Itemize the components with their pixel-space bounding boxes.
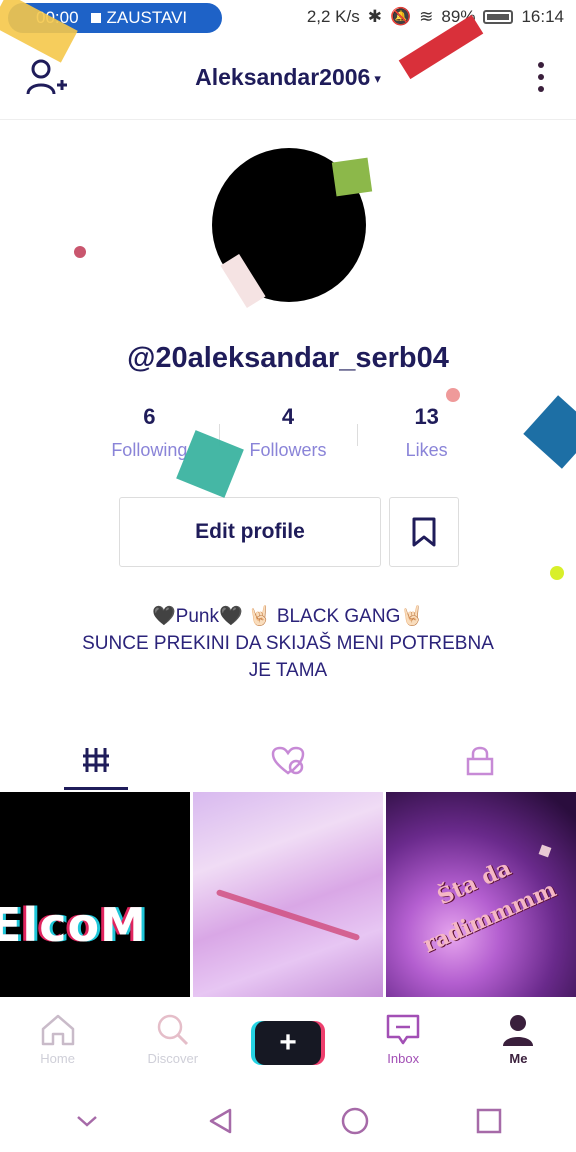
account-username: Aleksandar2006: [195, 64, 371, 90]
status-bar: 00:00 ZAUSTAVI 2,2 K/s ✱ 🔕 ≋ 89% 16:14: [0, 0, 576, 36]
confetti-piece: [331, 157, 373, 197]
nav-home[interactable]: Home: [0, 997, 115, 1090]
home-icon: [41, 1014, 74, 1046]
nav-inbox-label: Inbox: [387, 1051, 420, 1066]
bookmark-icon: [412, 517, 436, 547]
bottom-nav: Home Discover + Inbox Me: [0, 997, 576, 1090]
more-options-button[interactable]: [538, 62, 546, 94]
bio-line: SUNCE PREKINI DA SKIJAŠ MENI POTREBNA: [82, 633, 494, 654]
tab-videos[interactable]: [0, 738, 192, 792]
recents-icon[interactable]: [474, 1106, 504, 1136]
video-thumbnail[interactable]: ElcoM: [0, 792, 190, 997]
stop-icon: [90, 13, 101, 23]
nav-discover[interactable]: Discover: [115, 997, 230, 1090]
likes-stat[interactable]: 13 Likes: [357, 404, 496, 468]
nav-create[interactable]: +: [230, 997, 345, 1090]
edit-profile-button[interactable]: Edit profile: [119, 497, 381, 567]
profile-tabs: [0, 738, 576, 792]
followers-count: 4: [281, 404, 295, 429]
search-icon: [157, 1014, 188, 1046]
battery-icon: [483, 10, 514, 24]
nav-inbox[interactable]: Inbox: [346, 997, 461, 1090]
profile-stats: 6 Following 4 Followers 13 Likes: [80, 404, 496, 468]
nav-discover-label: Discover: [147, 1051, 199, 1066]
account-switcher[interactable]: Aleksandar2006 ▾: [0, 64, 576, 91]
nav-me[interactable]: Me: [461, 997, 576, 1090]
profile-header: Aleksandar2006 ▾: [0, 36, 576, 120]
video-grid: ElcoM Šta da radimmmm: [0, 792, 576, 997]
home-circle-icon[interactable]: [340, 1106, 370, 1136]
stop-recording-label: ZAUSTAVI: [106, 8, 188, 27]
profile-bio: 🖤Punk🖤 🤘🏻 BLACK GANG🤘🏻 SUNCE PREKINI DA …: [40, 603, 536, 684]
create-video-button[interactable]: +: [255, 1021, 321, 1065]
system-navigation: [0, 1090, 576, 1152]
network-speed: 2,2 K/s: [306, 7, 360, 26]
inbox-icon: [386, 1014, 420, 1045]
back-icon[interactable]: [206, 1106, 236, 1136]
mute-icon: 🔕: [390, 7, 412, 26]
liked-hidden-icon: [271, 746, 305, 775]
confetti-piece: [446, 388, 460, 402]
tab-private[interactable]: [384, 738, 576, 792]
bio-line: 🖤Punk🖤 🤘🏻 BLACK GANG🤘🏻: [151, 606, 425, 627]
nav-me-label: Me: [509, 1051, 528, 1066]
following-count: 6: [143, 404, 156, 429]
video-thumbnail[interactable]: [193, 792, 383, 997]
confetti-piece: [74, 246, 86, 258]
clock: 16:14: [521, 7, 564, 26]
confetti-piece: [550, 566, 564, 580]
grid-icon: [83, 748, 109, 772]
video-caption: ElcoM: [0, 898, 147, 952]
wifi-icon: ≋: [419, 7, 434, 26]
plus-icon: +: [279, 1026, 297, 1059]
nav-home-label: Home: [40, 1051, 75, 1066]
bio-line: JE TAMA: [248, 660, 328, 681]
chevron-down-icon: ▾: [374, 70, 381, 86]
video-art: [215, 888, 361, 942]
tab-liked[interactable]: [192, 738, 384, 792]
likes-label: Likes: [405, 440, 448, 460]
lock-icon: [466, 746, 494, 776]
favorites-button[interactable]: [389, 497, 459, 567]
profile-handle: @20aleksandar_serb04: [127, 342, 449, 374]
bluetooth-icon: ✱: [367, 7, 382, 26]
more-icon: [538, 62, 544, 68]
likes-count: 13: [414, 404, 439, 429]
profile-icon: [503, 1015, 534, 1046]
video-thumbnail[interactable]: Šta da radimmmm: [386, 792, 576, 997]
confetti-piece: [523, 395, 576, 469]
hide-nav-chevron-icon[interactable]: [72, 1111, 102, 1131]
